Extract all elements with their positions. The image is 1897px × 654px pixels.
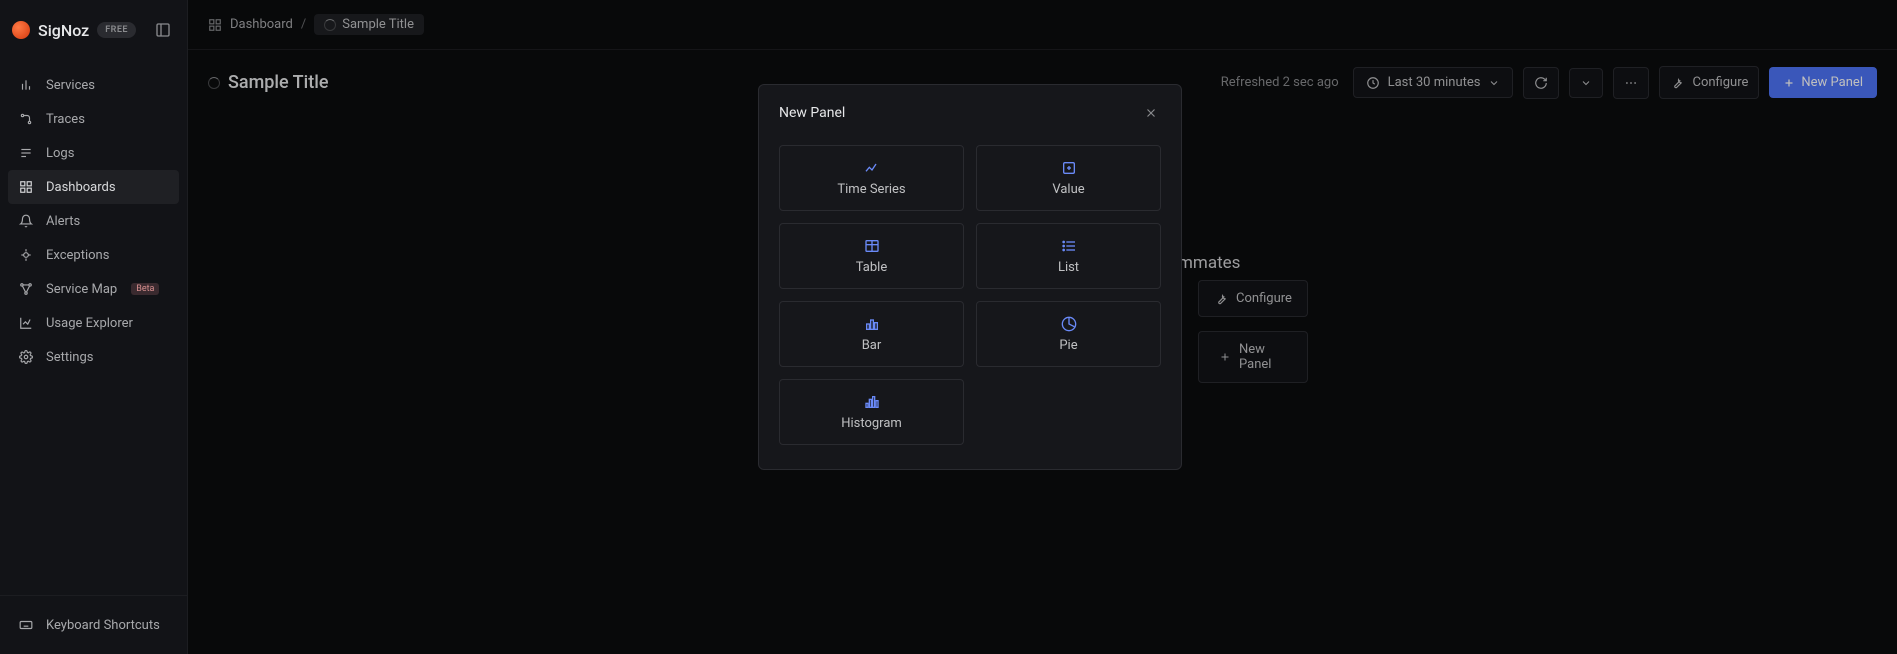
sidebar-collapse-button[interactable] — [151, 18, 175, 42]
bell-icon — [18, 213, 34, 229]
grid-icon — [18, 179, 34, 195]
map-icon — [18, 281, 34, 297]
gear-icon — [18, 349, 34, 365]
panel-option-list[interactable]: List — [976, 223, 1161, 289]
panel-option-histogram[interactable]: Histogram — [779, 379, 964, 445]
sidebar: SigNoz FREE Services Traces Logs Dashboa… — [0, 0, 188, 654]
sidebar-item-label: Usage Explorer — [46, 316, 133, 331]
brand-logo-icon — [12, 21, 30, 39]
panel-option-pie[interactable]: Pie — [976, 301, 1161, 367]
sidebar-item-traces[interactable]: Traces — [8, 102, 179, 136]
panel-option-bar[interactable]: Bar — [779, 301, 964, 367]
sidebar-item-label: Settings — [46, 350, 93, 365]
sidebar-item-dashboards[interactable]: Dashboards — [8, 170, 179, 204]
main-content: Dashboard / Sample Title Sample Title Re… — [188, 0, 1897, 654]
sidebar-item-label: Logs — [46, 146, 74, 161]
sidebar-item-label: Services — [46, 78, 95, 93]
sidebar-item-label: Dashboards — [46, 180, 116, 195]
brand-name: SigNoz — [38, 21, 89, 40]
bug-icon — [18, 247, 34, 263]
list-icon — [1061, 238, 1077, 254]
sidebar-item-label: Traces — [46, 112, 85, 127]
pie-chart-icon — [1061, 316, 1077, 332]
bar-chart-icon — [18, 77, 34, 93]
nav-list: Services Traces Logs Dashboards Alerts E… — [0, 60, 187, 595]
sidebar-item-service-map[interactable]: Service Map Beta — [8, 272, 179, 306]
new-panel-modal: New Panel Time Series Value Table — [758, 84, 1182, 470]
plan-badge: FREE — [97, 22, 136, 38]
sidebar-footer: Keyboard Shortcuts — [0, 595, 187, 654]
histogram-icon — [864, 394, 880, 410]
panel-option-label: Value — [1052, 182, 1084, 197]
panel-option-label: Bar — [862, 338, 882, 353]
line-chart-icon — [864, 160, 880, 176]
modal-header: New Panel — [779, 103, 1161, 123]
sidebar-item-label: Exceptions — [46, 248, 109, 263]
network-icon — [18, 111, 34, 127]
panel-option-label: Histogram — [841, 416, 902, 431]
sidebar-item-services[interactable]: Services — [8, 68, 179, 102]
chart-line-icon — [18, 315, 34, 331]
sidebar-header: SigNoz FREE — [0, 0, 187, 60]
sidebar-item-label: Service Map — [46, 282, 117, 297]
sidebar-item-exceptions[interactable]: Exceptions — [8, 238, 179, 272]
sidebar-item-alerts[interactable]: Alerts — [8, 204, 179, 238]
beta-badge: Beta — [131, 283, 159, 295]
panel-option-label: List — [1058, 260, 1079, 275]
panel-type-grid: Time Series Value Table List Bar — [779, 145, 1161, 445]
keyboard-icon — [18, 617, 34, 633]
bar-chart-icon — [864, 316, 880, 332]
sidebar-item-label: Alerts — [46, 214, 80, 229]
modal-close-button[interactable] — [1141, 103, 1161, 123]
panel-option-label: Pie — [1059, 338, 1077, 353]
panel-option-label: Table — [856, 260, 887, 275]
panel-option-table[interactable]: Table — [779, 223, 964, 289]
table-icon — [864, 238, 880, 254]
sidebar-item-keyboard-shortcuts[interactable]: Keyboard Shortcuts — [8, 608, 179, 642]
sidebar-item-logs[interactable]: Logs — [8, 136, 179, 170]
modal-title: New Panel — [779, 105, 845, 121]
value-icon — [1061, 160, 1077, 176]
sidebar-item-usage-explorer[interactable]: Usage Explorer — [8, 306, 179, 340]
panel-option-value[interactable]: Value — [976, 145, 1161, 211]
sidebar-item-label: Keyboard Shortcuts — [46, 618, 160, 633]
panel-option-label: Time Series — [837, 182, 905, 197]
sidebar-item-settings[interactable]: Settings — [8, 340, 179, 374]
panel-option-time-series[interactable]: Time Series — [779, 145, 964, 211]
logs-icon — [18, 145, 34, 161]
